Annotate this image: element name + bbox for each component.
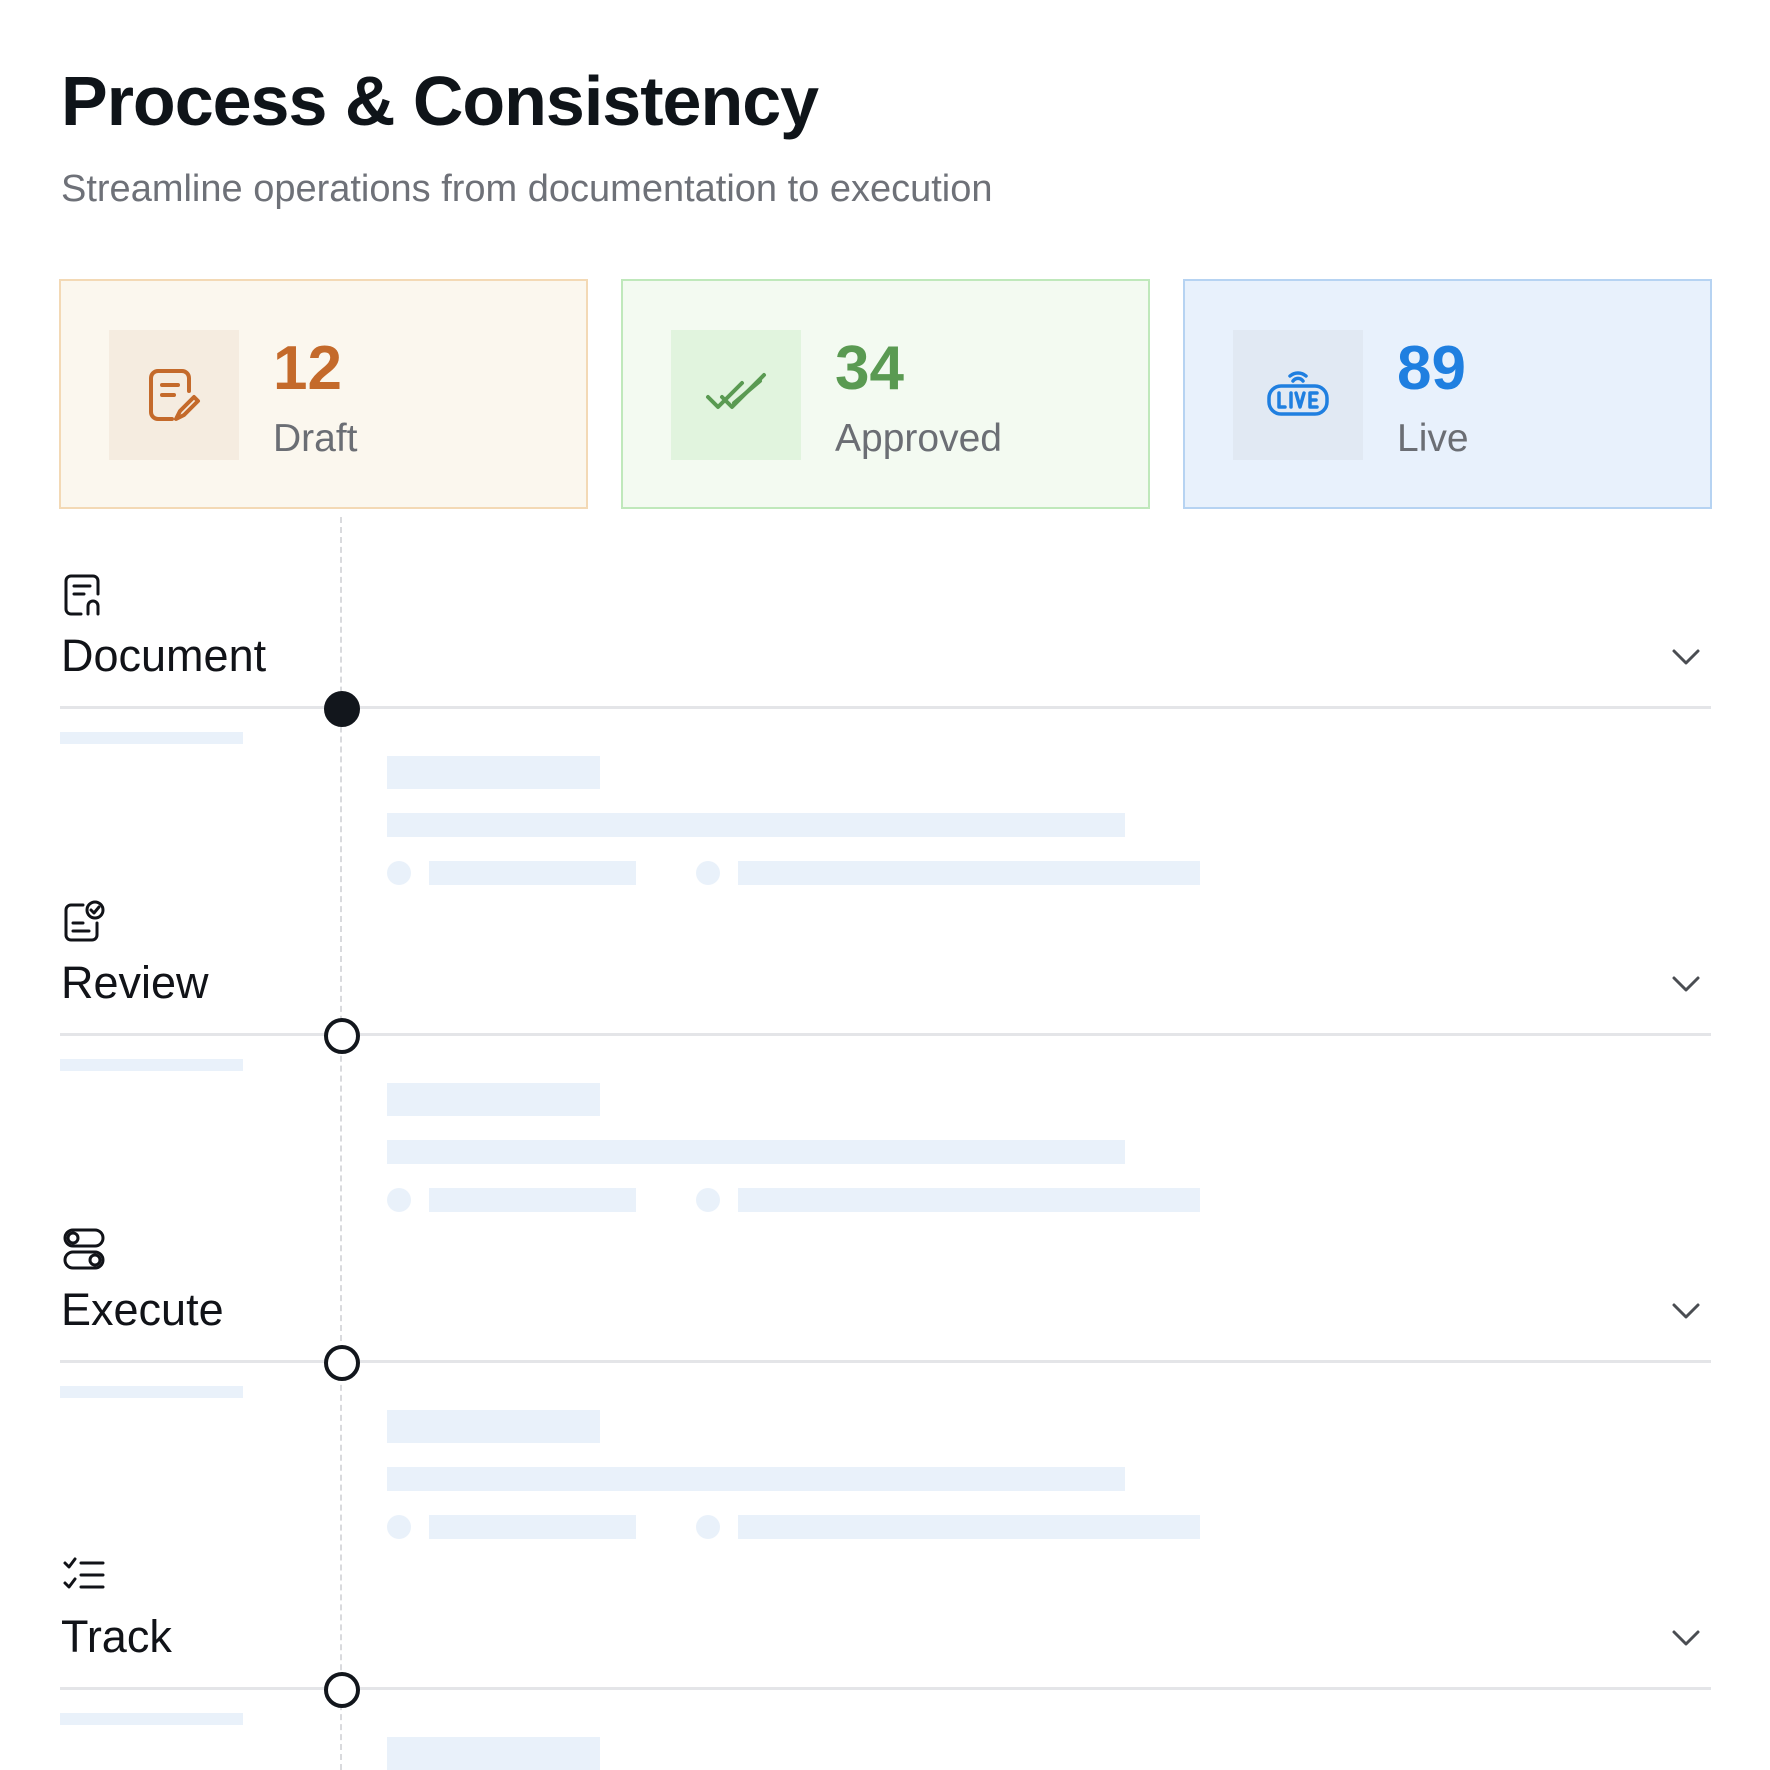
timeline-node xyxy=(324,1345,360,1381)
page-title: Process & Consistency xyxy=(61,62,819,140)
stat-value-approved: 34 xyxy=(835,334,904,403)
stat-card-live[interactable]: 89 Live xyxy=(1183,279,1712,509)
stat-label-live: Live xyxy=(1397,417,1469,460)
chevron-down-icon[interactable] xyxy=(1669,640,1703,674)
skeleton-label xyxy=(60,1386,243,1398)
step-track: Track xyxy=(0,1553,1770,1770)
skeleton-dot xyxy=(387,1188,411,1212)
review-checklist-icon xyxy=(64,900,105,942)
step-title: Track xyxy=(61,1611,172,1662)
step-execute: Execute xyxy=(0,1226,1770,1553)
step-title: Execute xyxy=(61,1284,224,1335)
chevron-down-icon[interactable] xyxy=(1669,1294,1703,1328)
skeleton-heading xyxy=(387,1083,600,1116)
step-title: Document xyxy=(61,630,267,681)
stat-value-live: 89 xyxy=(1397,334,1466,403)
skeleton-line xyxy=(387,1140,1125,1164)
document-icon xyxy=(64,574,100,616)
step-divider xyxy=(60,1033,1711,1036)
skeleton-label xyxy=(60,1059,243,1071)
draft-edit-icon xyxy=(149,369,200,421)
stat-label-draft: Draft xyxy=(273,417,358,460)
step-title: Review xyxy=(61,957,209,1008)
chevron-down-icon[interactable] xyxy=(1669,967,1703,1001)
draft-icon-box xyxy=(109,330,239,460)
double-check-icon xyxy=(706,373,766,409)
skeleton-meta xyxy=(429,1515,636,1539)
skeleton-line xyxy=(387,813,1125,837)
skeleton-line xyxy=(387,1467,1125,1491)
skeleton-meta xyxy=(738,1188,1200,1212)
checklist-icon xyxy=(63,1557,105,1589)
skeleton-dot xyxy=(696,1515,720,1539)
skeleton-heading xyxy=(387,1410,600,1443)
stat-value-draft: 12 xyxy=(273,334,342,403)
skeleton-label xyxy=(60,732,243,744)
chevron-down-icon[interactable] xyxy=(1669,1621,1703,1655)
step-document: Document xyxy=(0,572,1770,899)
skeleton-meta xyxy=(738,861,1200,885)
skeleton-heading xyxy=(387,1737,600,1770)
timeline-node-active xyxy=(324,691,360,727)
skeleton-meta xyxy=(429,1188,636,1212)
timeline-node xyxy=(324,1018,360,1054)
approved-icon-box xyxy=(671,330,801,460)
step-divider xyxy=(60,706,1711,709)
skeleton-label xyxy=(60,1713,243,1725)
skeleton-meta xyxy=(738,1515,1200,1539)
step-divider xyxy=(60,1687,1711,1690)
timeline-node xyxy=(324,1672,360,1708)
step-review: Review xyxy=(0,899,1770,1226)
skeleton-heading xyxy=(387,756,600,789)
skeleton-dot xyxy=(696,1188,720,1212)
skeleton-dot xyxy=(387,1515,411,1539)
stat-card-approved[interactable]: 34 Approved xyxy=(621,279,1150,509)
skeleton-dot xyxy=(387,861,411,885)
step-divider xyxy=(60,1360,1711,1363)
skeleton-meta xyxy=(429,861,636,885)
stat-label-approved: Approved xyxy=(835,417,1002,460)
live-icon-box xyxy=(1233,330,1363,460)
page-subtitle: Streamline operations from documentation… xyxy=(61,168,993,210)
skeleton-dot xyxy=(696,861,720,885)
toggle-switches-icon xyxy=(63,1228,105,1270)
stat-card-draft[interactable]: 12 Draft xyxy=(59,279,588,509)
live-broadcast-icon xyxy=(1267,371,1329,416)
